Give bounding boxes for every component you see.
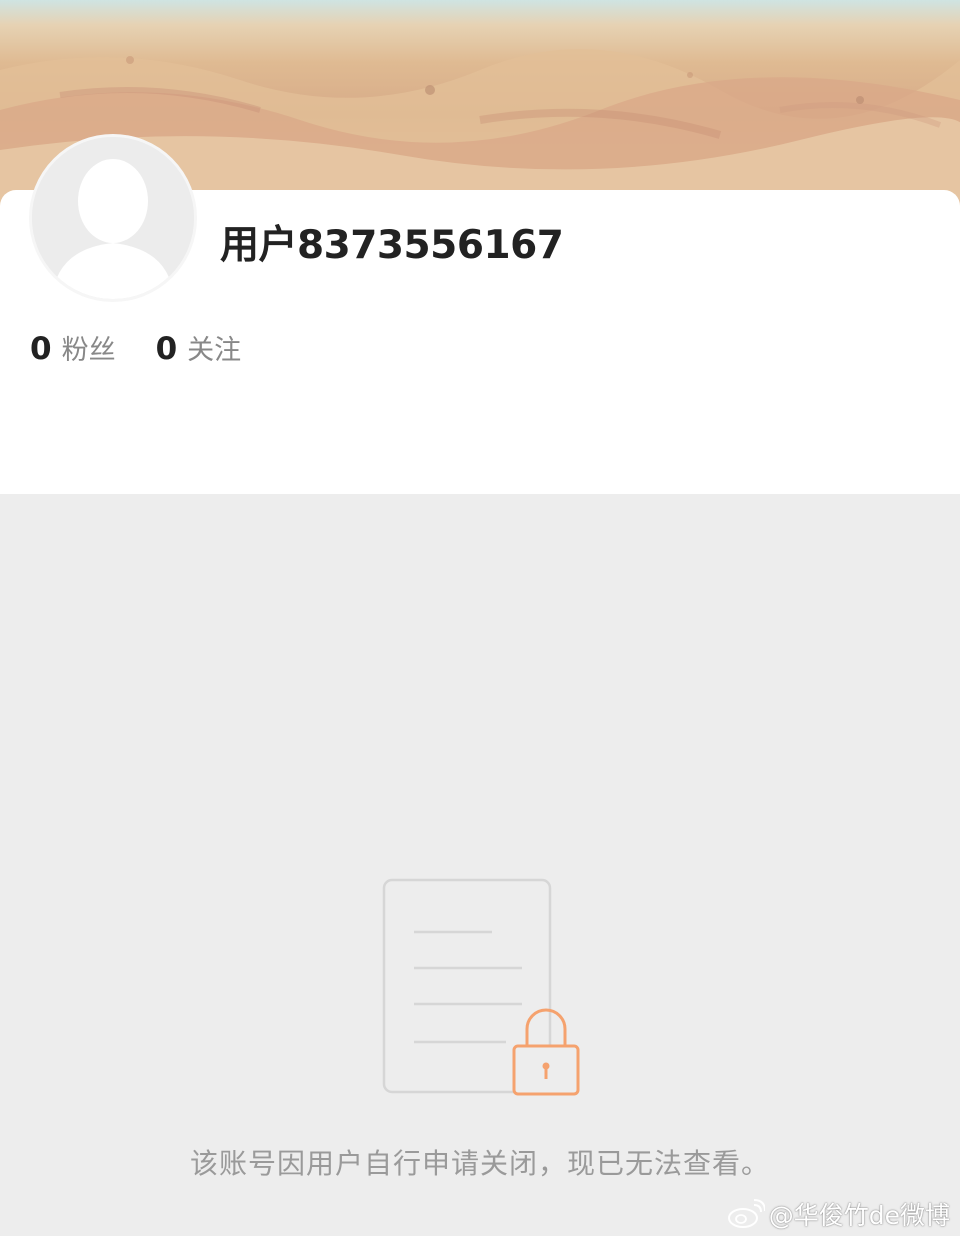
lock-icon bbox=[512, 1008, 580, 1096]
locked-document-icon bbox=[380, 876, 584, 1100]
followers-count: 0 bbox=[30, 331, 52, 367]
avatar[interactable] bbox=[29, 134, 197, 302]
followers-stat[interactable]: 0 粉丝 bbox=[30, 328, 116, 367]
following-label: 关注 bbox=[187, 335, 242, 366]
profile-stats: 0 粉丝 0 关注 bbox=[30, 328, 281, 367]
following-stat[interactable]: 0 关注 bbox=[156, 328, 242, 367]
following-count: 0 bbox=[155, 331, 178, 367]
weibo-logo-icon bbox=[727, 1199, 765, 1228]
watermark: @华俊竹de微博 bbox=[727, 1196, 950, 1232]
default-avatar-icon bbox=[32, 137, 194, 299]
account-closed-notice: 该账号因用户自行申请关闭，现已无法查看。 bbox=[189, 1147, 770, 1180]
followers-label: 粉丝 bbox=[61, 335, 116, 366]
watermark-text: @华俊竹de微博 bbox=[768, 1201, 950, 1230]
profile-username: 用户8373556167 bbox=[220, 223, 564, 268]
